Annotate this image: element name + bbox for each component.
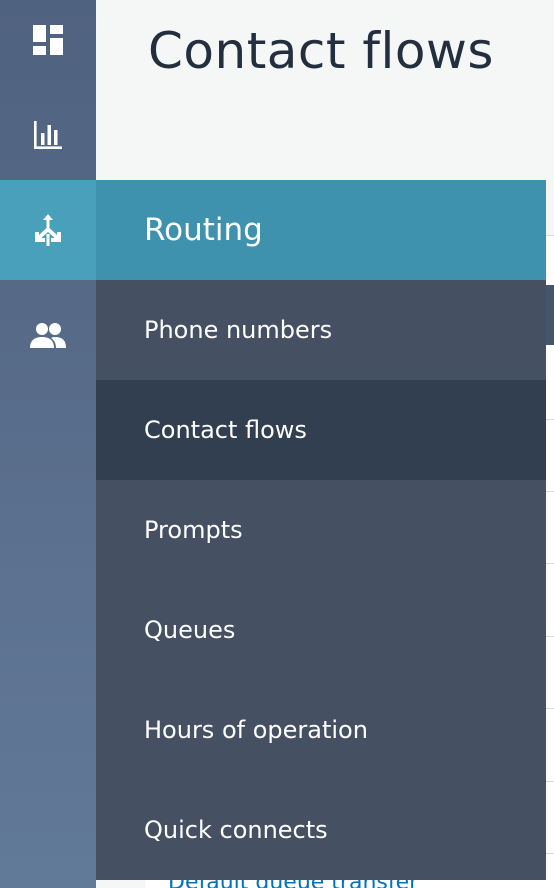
app-page: Contact flows Default queue transfer bbox=[0, 0, 554, 888]
users-icon bbox=[30, 323, 66, 348]
page-title: Contact flows bbox=[148, 22, 494, 80]
menu-item-phone-numbers[interactable]: Phone numbers bbox=[96, 280, 546, 380]
rail-item-metrics[interactable] bbox=[0, 90, 96, 180]
icon-rail bbox=[0, 0, 96, 888]
routing-flyout-menu: Routing Phone numbers Contact flows Prom… bbox=[96, 180, 546, 880]
menu-item-quick-connects[interactable]: Quick connects bbox=[96, 780, 546, 880]
metrics-icon bbox=[34, 121, 62, 149]
menu-item-contact-flows[interactable]: Contact flows bbox=[96, 380, 546, 480]
rail-item-routing[interactable] bbox=[0, 180, 96, 280]
dashboard-icon bbox=[33, 25, 63, 55]
menu-item-queues[interactable]: Queues bbox=[96, 580, 546, 680]
menu-item-hours-of-operation[interactable]: Hours of operation bbox=[96, 680, 546, 780]
routing-icon bbox=[35, 214, 61, 246]
flyout-header-routing[interactable]: Routing bbox=[96, 180, 546, 280]
menu-item-prompts[interactable]: Prompts bbox=[96, 480, 546, 580]
rail-item-users[interactable] bbox=[0, 285, 96, 385]
rail-item-dashboard[interactable] bbox=[0, 0, 96, 80]
